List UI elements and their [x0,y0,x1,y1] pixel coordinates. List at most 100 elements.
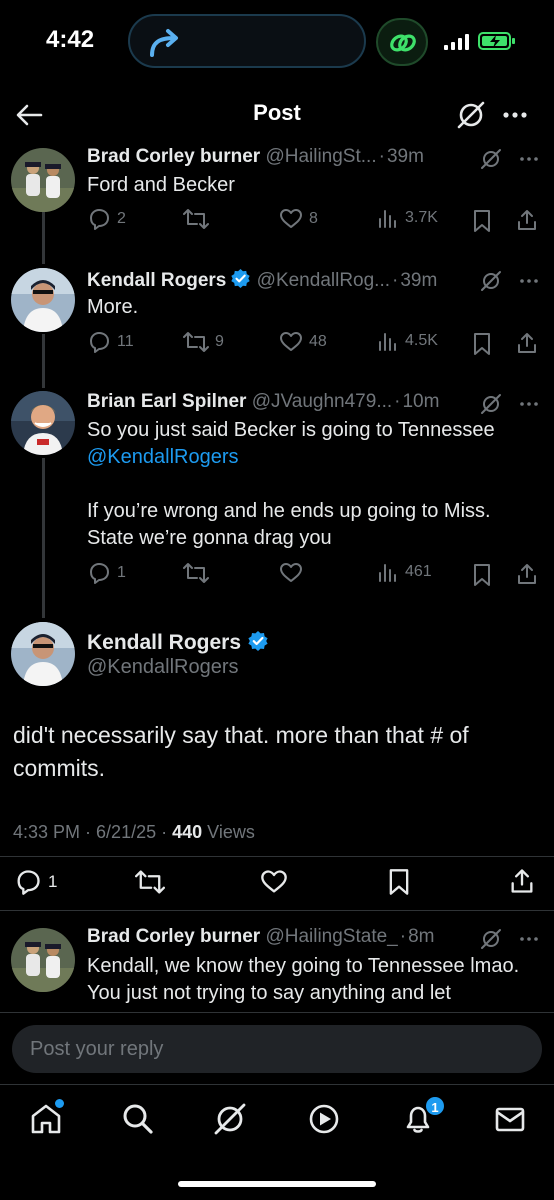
repost-icon[interactable] [135,868,165,896]
more-options-icon[interactable] [518,928,540,950]
grok-icon [214,1103,246,1135]
home-unread-dot [55,1099,64,1108]
grok-icon[interactable] [456,100,486,130]
post-meta: 4:33 PM · 6/21/25 · 440 Views [13,822,255,842]
grok-icon[interactable] [480,270,502,292]
bookmark-icon[interactable] [471,332,493,356]
more-options-icon[interactable] [500,100,530,130]
main-post-author[interactable]: Kendall Rogers [87,630,269,655]
repost-icon [183,332,209,352]
views-button[interactable]: 4.5K [377,330,438,352]
grok-icon[interactable] [480,148,502,170]
mail-icon [495,1107,525,1132]
views-button[interactable]: 461 [377,561,432,583]
share-arrow-icon [150,29,178,57]
reply-count: 1 [48,872,58,891]
nav-grok[interactable] [212,1101,248,1137]
repost-button[interactable] [183,207,215,231]
main-post-actions: 1 [0,866,554,898]
views-chart-icon [379,210,396,228]
reply-input[interactable] [12,1025,542,1073]
avatar[interactable] [11,148,75,212]
views-chart-icon [379,564,396,582]
share-icon[interactable] [515,331,539,355]
like-count: 8 [309,210,318,227]
views-count: 4.5K [405,332,438,349]
like-button[interactable]: 8 [279,207,318,231]
thread-connector [42,212,45,264]
reply-button[interactable]: 1 [87,561,126,585]
display-name[interactable]: Kendall Rogers [87,631,241,654]
more-options-icon[interactable] [518,393,540,415]
reply-count: 1 [117,564,126,581]
nav-messages[interactable] [492,1101,528,1137]
bookmark-icon[interactable] [471,563,493,587]
avatar[interactable] [11,622,75,686]
avatar[interactable] [11,268,75,332]
handle[interactable]: @HailingState_ [265,926,397,947]
tweet-text-line: So you just said Becker is going to Tenn… [87,419,495,441]
tweet-header-icons [480,270,540,292]
nav-videos[interactable] [306,1101,342,1137]
views-chart-icon [379,333,396,351]
heart-icon [280,209,302,228]
bookmark-icon[interactable] [386,868,412,896]
display-name[interactable]: Brad Corley burner [87,146,260,167]
repost-button[interactable]: 9 [183,330,224,354]
handle[interactable]: @KendallRog... [257,270,390,291]
avatar[interactable] [11,928,75,992]
like-button[interactable] [279,561,309,585]
reply-button[interactable]: 11 [87,330,134,354]
home-indicator[interactable] [178,1181,376,1187]
status-bar: 4:42 [0,0,554,84]
views-button[interactable]: 3.7K [377,207,438,229]
nav-home[interactable] [28,1099,64,1137]
heart-icon[interactable] [260,868,288,896]
repost-icon [183,209,209,229]
grok-icon[interactable] [480,928,502,950]
post-header: Post [0,88,554,142]
mention-link[interactable]: @KendallRogers [87,444,527,471]
nav-notifications[interactable]: 1 [400,1095,446,1137]
views-count: 3.7K [405,209,438,226]
handle[interactable]: @JVaughn479... [252,391,392,412]
tweet-text: So you just said Becker is going to Tenn… [87,417,527,552]
tweet-text: Kendall, we know they going to Tennessee… [87,955,520,1004]
display-name[interactable]: Brian Earl Spilner [87,391,246,412]
post-views-count[interactable]: 440 [172,822,202,842]
repost-icon [183,563,209,583]
share-icon[interactable] [515,208,539,232]
post-time: 4:33 PM [13,822,81,842]
verified-badge-icon [231,268,251,289]
status-time: 4:42 [46,26,95,53]
tweet-header-icons [480,393,540,415]
link-activity[interactable] [376,18,428,66]
more-options-icon[interactable] [518,148,540,170]
reply-count: 11 [117,333,134,350]
reply-button[interactable]: 1 [14,868,57,896]
handle[interactable]: @KendallRogers [87,656,239,679]
nav-search[interactable] [120,1101,156,1137]
handle[interactable]: @HailingSt... [265,146,376,167]
avatar[interactable] [11,391,75,455]
share-icon[interactable] [515,562,539,586]
dynamic-island[interactable] [128,14,366,68]
divider [0,910,554,911]
grok-icon[interactable] [480,393,502,415]
reply-button[interactable]: 2 [87,207,126,231]
display-name[interactable]: Brad Corley burner [87,926,260,947]
search-icon [123,1104,153,1134]
display-name[interactable]: Kendall Rogers [87,270,226,291]
share-icon[interactable] [508,867,536,895]
tweet-text: Ford and Becker [87,174,235,196]
tweet-header-icons [480,148,540,170]
more-options-icon[interactable] [518,270,540,292]
signal-icon [444,34,469,50]
repost-button[interactable] [183,561,215,585]
timestamp: 39m [386,146,424,167]
bookmark-icon[interactable] [471,209,493,233]
like-button[interactable]: 48 [279,330,327,354]
link-icon [390,34,416,52]
tweet-actions: 11 9 48 4.5K [87,330,542,360]
tweet-header: Kendall Rogers @KendallRog... · 39m [87,268,438,291]
